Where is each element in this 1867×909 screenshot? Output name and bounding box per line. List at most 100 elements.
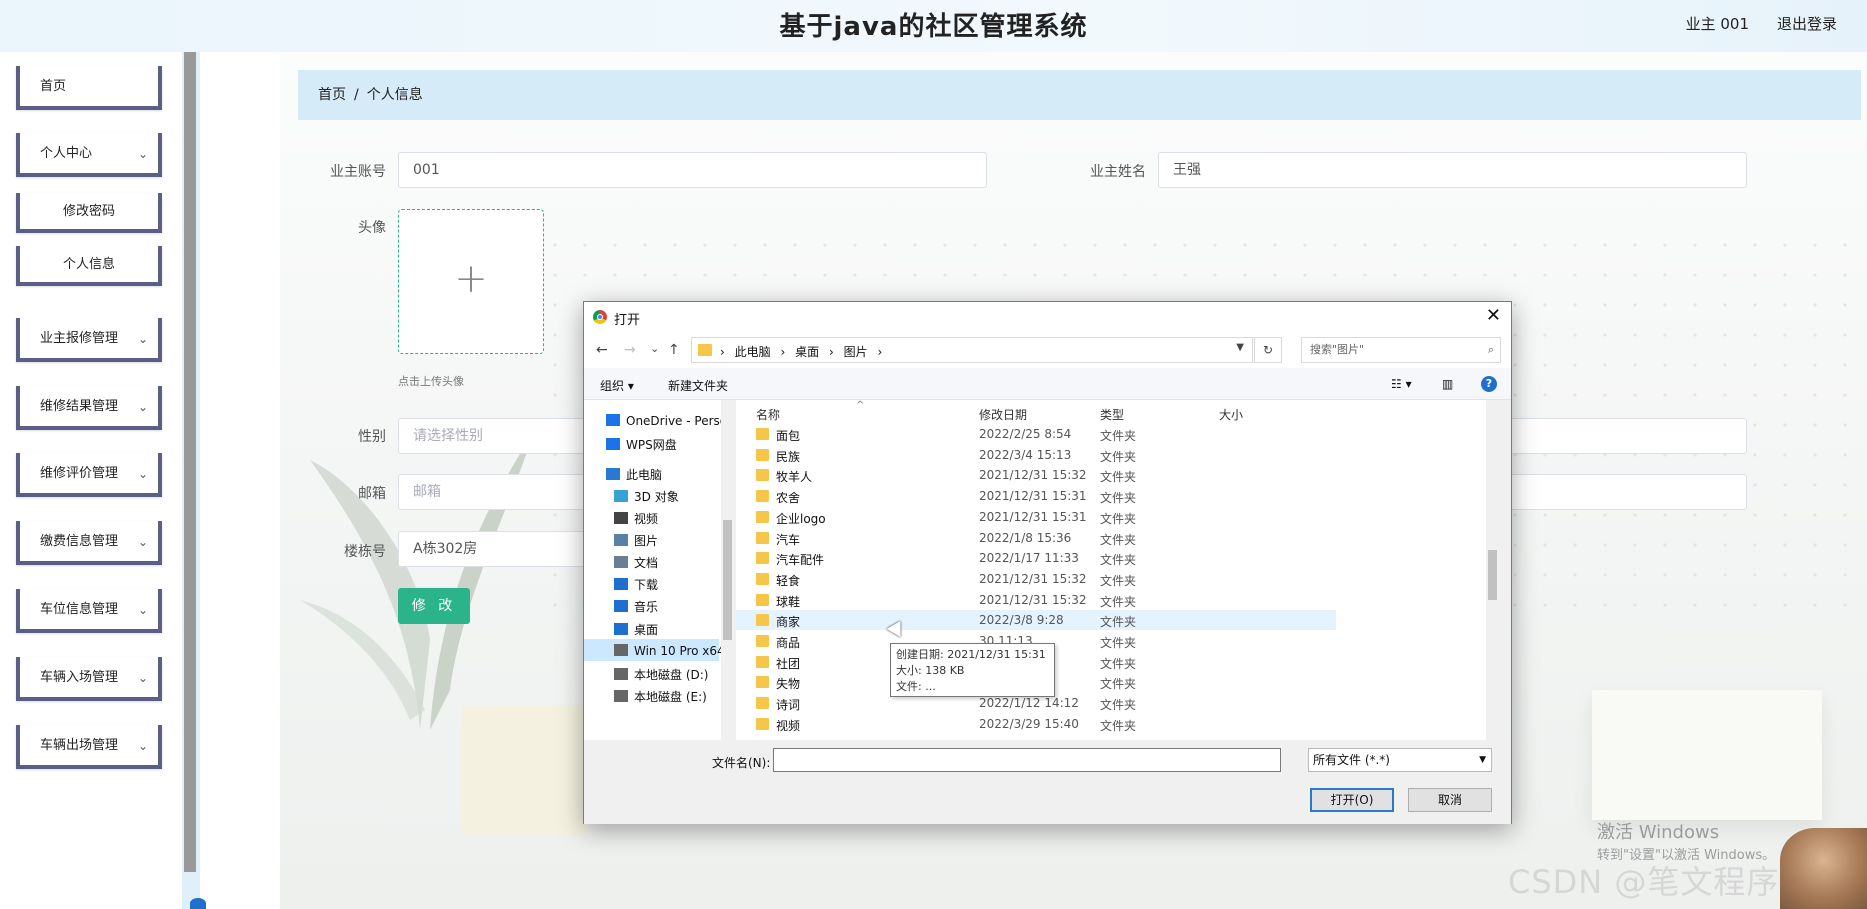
sidebar-item[interactable]: 车辆入场管理 ⌄ <box>16 657 162 701</box>
column-size[interactable]: 大小 <box>1219 406 1243 423</box>
drive-icon <box>614 668 628 680</box>
sidebar-item[interactable]: 业主报修管理 ⌄ <box>16 318 162 362</box>
path-this-pc[interactable]: 此电脑 <box>735 345 771 359</box>
breadcrumb-home[interactable]: 首页 <box>318 87 346 103</box>
folder-icon <box>756 428 769 440</box>
file-date: 2021/12/31 15:32 <box>979 571 1087 586</box>
avatar-upload[interactable]: + <box>398 209 544 354</box>
nav-pane-item[interactable]: 文档 <box>614 554 658 571</box>
file-row[interactable]: 汽车 2022/1/8 15:36 文件夹 <box>736 528 1336 548</box>
new-folder-button[interactable]: 新建文件夹 <box>668 377 728 394</box>
column-name[interactable]: 名称 <box>756 406 780 423</box>
sidebar-item[interactable]: 首页 <box>16 66 162 110</box>
file-name: 诗词 <box>776 698 801 713</box>
column-type[interactable]: 类型 <box>1100 406 1124 423</box>
account-input[interactable]: 001 <box>398 152 987 188</box>
drive-icon <box>614 690 628 702</box>
file-name: 球鞋 <box>776 594 801 609</box>
file-row[interactable]: 视频 2022/3/29 15:40 文件夹 <box>736 714 1336 734</box>
file-row[interactable]: 民族 2022/3/4 15:13 文件夹 <box>736 445 1336 465</box>
organize-button[interactable]: 组织 ▾ <box>600 377 634 394</box>
logout-link[interactable]: 退出登录 <box>1777 13 1837 34</box>
nav-pane-item[interactable]: 本地磁盘 (D:) <box>614 666 708 683</box>
sidebar-item[interactable]: 修改密码 <box>16 193 162 233</box>
nav-pane-item[interactable]: WPS网盘 <box>606 436 677 453</box>
chevron-down-icon: ⌄ <box>137 739 148 753</box>
decor-box-left <box>462 705 587 835</box>
sidebar-item[interactable]: 车辆出场管理 ⌄ <box>16 725 162 769</box>
file-date: 2021/12/31 15:31 <box>979 509 1087 524</box>
file-name: 商品 <box>776 636 801 650</box>
nav-pane-item[interactable]: 本地磁盘 (E:) <box>614 688 707 705</box>
file-name: 汽车配件 <box>776 553 825 568</box>
chevron-down-icon: ⌄ <box>137 332 148 346</box>
file-type: 文件夹 <box>1100 698 1137 713</box>
file-type: 文件夹 <box>1100 553 1137 568</box>
file-row[interactable]: 农舍 2021/12/31 15:31 文件夹 <box>736 486 1336 506</box>
file-row[interactable]: 轻食 2021/12/31 15:32 文件夹 <box>736 569 1336 589</box>
breadcrumb: 首页 / 个人信息 <box>298 70 1861 120</box>
refresh-icon[interactable]: ↻ <box>1254 337 1282 363</box>
sidebar-item[interactable]: 维修评价管理 ⌄ <box>16 453 162 497</box>
nav-pane-item[interactable]: 3D 对象 <box>614 488 679 505</box>
file-row[interactable]: 企业logo 2021/12/31 15:31 文件夹 <box>736 507 1336 527</box>
plus-icon: + <box>454 256 488 302</box>
file-row[interactable]: 汽车配件 2022/1/17 11:33 文件夹 <box>736 548 1336 568</box>
back-icon[interactable]: ← <box>596 342 608 358</box>
file-open-dialog: 打开 ✕ ← → ⌄ ↑ › 此电脑 › 桌面 › 图片 › ▼ ↻ 搜索"图片… <box>583 301 1512 824</box>
modify-button[interactable]: 修 改 <box>398 588 470 624</box>
nav-pane-item[interactable]: 此电脑 <box>606 466 662 483</box>
path-pictures[interactable]: 图片 <box>844 345 868 359</box>
name-input[interactable]: 王强 <box>1158 152 1747 188</box>
name-label: 业主姓名 <box>1090 164 1146 180</box>
close-icon[interactable]: ✕ <box>1486 305 1501 326</box>
preview-pane-icon[interactable]: ▥ <box>1442 377 1453 391</box>
sort-arrow-icon: ^ <box>856 400 865 411</box>
cancel-button[interactable]: 取消 <box>1408 788 1492 812</box>
file-list-header: 名称 ^ 修改日期 类型 大小 <box>736 400 1499 424</box>
sidebar-item[interactable]: 缴费信息管理 ⌄ <box>16 521 162 565</box>
filename-input[interactable] <box>773 748 1281 772</box>
recent-locations-icon[interactable]: ⌄ <box>650 342 659 355</box>
dialog-title: 打开 <box>614 313 641 328</box>
sidebar-item-label: 修改密码 <box>62 204 115 219</box>
nav-pane-item[interactable]: 视频 <box>614 510 658 527</box>
view-options-icon[interactable]: ☷ ▾ <box>1391 377 1412 391</box>
sidebar-item[interactable]: 车位信息管理 ⌄ <box>16 589 162 633</box>
filelist-scrollbar[interactable] <box>1486 400 1499 740</box>
navpane-scrollbar[interactable] <box>721 400 734 740</box>
path-desktop[interactable]: 桌面 <box>795 345 819 359</box>
nav-pane-item[interactable]: OneDrive - Perso <box>606 414 727 428</box>
chevron-down-icon[interactable]: ▼ <box>1236 342 1244 353</box>
file-type: 文件夹 <box>1100 656 1137 671</box>
sidebar-item[interactable]: 个人信息 <box>16 246 162 286</box>
sidebar-scrollbar[interactable] <box>184 52 196 872</box>
column-date[interactable]: 修改日期 <box>979 406 1027 423</box>
nav-pane-item[interactable]: Win 10 Pro x64 <box>614 644 725 658</box>
open-button[interactable]: 打开(O) <box>1310 788 1394 812</box>
up-icon[interactable]: ↑ <box>668 342 680 358</box>
filetype-select[interactable]: 所有文件 (*.*) ▼ <box>1308 748 1492 772</box>
nav-pane-item[interactable]: 图片 <box>614 532 658 549</box>
sidebar-item[interactable]: 维修结果管理 ⌄ <box>16 386 162 430</box>
nav-pane-item[interactable]: 音乐 <box>614 598 658 615</box>
help-icon[interactable]: ? <box>1481 376 1497 392</box>
file-row[interactable]: 牧羊人 2021/12/31 15:32 文件夹 <box>736 465 1336 485</box>
file-date: 2021/12/31 15:32 <box>979 468 1087 483</box>
nav-pane-item[interactable]: 下载 <box>614 576 658 593</box>
folder-icon <box>756 469 769 482</box>
file-date: 2022/2/25 8:54 <box>979 427 1072 441</box>
sidebar-item[interactable]: 个人中心 ⌄ <box>16 133 162 177</box>
sidebar-item-label: 首页 <box>40 79 67 94</box>
file-row[interactable]: 球鞋 2021/12/31 15:32 文件夹 <box>736 590 1336 610</box>
breadcrumb-separator: / <box>354 87 359 103</box>
app-title: 基于java的社区管理系统 <box>779 12 1088 42</box>
sidebar-item-label: 维修评价管理 <box>40 466 119 481</box>
address-bar[interactable]: › 此电脑 › 桌面 › 图片 › ▼ <box>691 337 1253 363</box>
file-row[interactable]: 面包 2022/2/25 8:54 文件夹 <box>736 424 1336 444</box>
search-input[interactable]: 搜索"图片" ⌕ <box>1301 337 1501 363</box>
nav-pane-item[interactable]: 桌面 <box>614 621 658 638</box>
forward-icon[interactable]: → <box>624 342 636 358</box>
breadcrumb-current: 个人信息 <box>366 87 423 103</box>
file-row[interactable]: 商家 2022/3/8 9:28 文件夹 <box>736 610 1336 631</box>
